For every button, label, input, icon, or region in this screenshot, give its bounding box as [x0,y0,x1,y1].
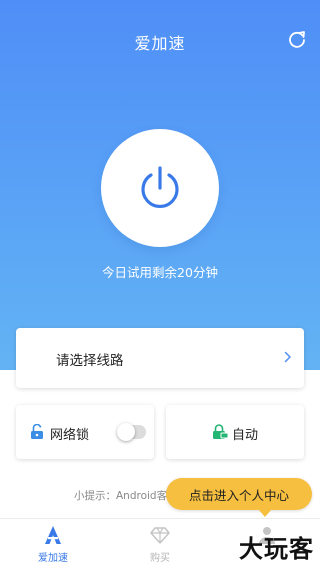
speed-logo-icon [45,526,61,544]
refresh-button[interactable] [286,28,308,50]
refresh-icon [289,31,305,48]
tab-buy[interactable]: 购买 [107,519,213,568]
personal-center-tooltip[interactable]: 点击进入个人中心 [166,478,312,517]
tab-accelerate[interactable]: 爱加速 [0,519,106,568]
trial-remaining-text: 今日试用剩余20分钟 [102,265,218,280]
watermark-text: 大玩客 [239,535,314,563]
chevron-right-icon [284,351,291,363]
route-label: 请选择线路 [56,353,124,369]
diamond-icon [150,527,170,544]
network-lock-card: 网络锁 [16,405,154,459]
toggle-knob [117,423,135,441]
tab-label: 购买 [150,553,170,564]
power-button[interactable] [101,129,219,247]
route-selector[interactable]: 请选择线路 [16,328,304,388]
network-lock-label: 网络锁 [50,428,90,443]
auto-mode-icon [213,424,228,439]
hero-header: 爱加速 今日试用剩余20分钟 [0,0,320,370]
app-title: 爱加速 [134,34,186,53]
mode-card[interactable]: 自动 [166,405,304,459]
tooltip-text: 点击进入个人中心 [188,487,289,503]
power-icon [141,166,179,209]
tip-text: 小提示：Android客户 [74,490,178,502]
mode-label: 自动 [232,428,259,443]
lock-icon [31,424,43,439]
network-lock-toggle[interactable] [117,423,146,441]
tab-label: 爱加速 [38,553,68,564]
